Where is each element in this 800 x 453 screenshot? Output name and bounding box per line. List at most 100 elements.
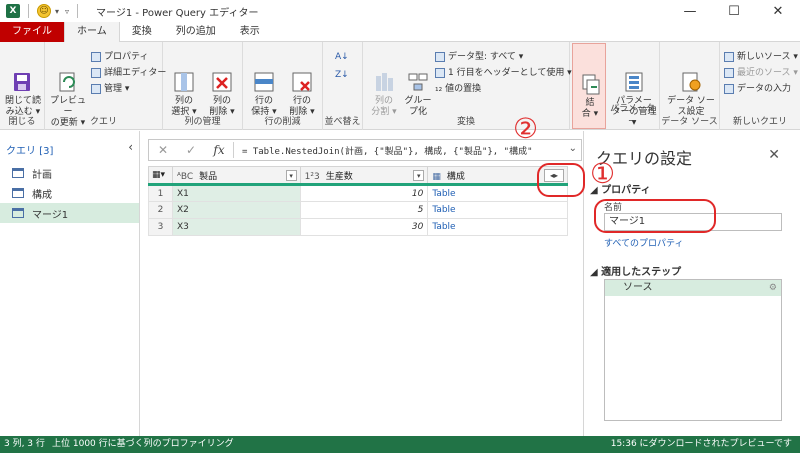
applied-steps-section-header[interactable]: ◢ 適用したステップ — [590, 263, 681, 278]
group-label-reduce-rows: 行の削減 — [264, 117, 301, 127]
annotation-ring-expand — [537, 163, 585, 197]
tab-view[interactable]: 表示 — [228, 22, 272, 42]
gear-icon[interactable]: ⚙ — [769, 280, 777, 296]
group-new-query: 新しいソース ▾ 最近のソース ▾ データの入力 新しいクエリ — [720, 42, 800, 130]
group-sort: A↓ Z↓ 並べ替え — [323, 42, 363, 130]
smiley-feedback-icon[interactable]: ☺ — [37, 4, 51, 18]
cell-quantity[interactable]: 30 — [299, 218, 429, 236]
table-type-icon[interactable]: ▦ — [432, 172, 441, 182]
group-combine: 結 合 ▾ — [572, 43, 606, 129]
keep-rows-button[interactable]: 行の 保持 ▾ — [243, 48, 285, 118]
tab-home[interactable]: ホーム — [64, 22, 120, 42]
cell-quantity[interactable]: 10 — [299, 184, 429, 202]
choose-columns-button[interactable]: 列の 選択 ▾ — [163, 48, 205, 118]
text-type-icon[interactable]: ᴬBC — [177, 172, 193, 182]
recent-sources-icon — [724, 68, 734, 78]
preview-timestamp: 15:36 にダウンロードされたプレビューです — [610, 439, 792, 449]
table-row: 1 X1 10 Table — [148, 184, 568, 202]
enter-data-button[interactable]: データの入力 — [724, 82, 791, 96]
query-item-plan[interactable]: 計画 — [0, 163, 139, 183]
cell-composition[interactable]: Table — [427, 201, 568, 219]
use-first-row-as-headers-button[interactable]: 1 行目をヘッダーとして使用 ▾ — [435, 66, 572, 80]
close-and-load-button[interactable]: 閉じて読 み込む ▾ — [2, 48, 44, 118]
combine-button[interactable]: 結 合 ▾ — [569, 50, 611, 120]
remove-columns-button[interactable]: 列の 削除 ▾ — [201, 48, 243, 118]
query-item-composition[interactable]: 構成 — [0, 183, 139, 203]
data-grid: ▦▾ ᴬBC 製品 ▾ 1²3 生産数 ▾ ▦ 構成 ◂▸ 1 X1 10 Table… — [148, 166, 568, 236]
query-item-merge1[interactable]: マージ1 — [0, 203, 139, 223]
quick-access-dropdown-icon[interactable]: ▿ — [65, 7, 69, 16]
group-by-icon — [405, 59, 431, 91]
step-item-source[interactable]: ソース ⚙ — [605, 280, 781, 296]
formula-input[interactable]: = Table.NestedJoin(計画, {"製品"}, 構成, {"製品"… — [242, 144, 542, 157]
recent-sources-button[interactable]: 最近のソース ▾ — [724, 66, 798, 80]
row-number[interactable]: 1 — [148, 184, 173, 202]
combine-icon — [577, 61, 603, 95]
title-bar: X ☺ ▾ ▿ マージ1 - Power Query エディター — ☐ ✕ — [0, 0, 800, 22]
new-source-button[interactable]: 新しいソース ▾ — [724, 50, 798, 64]
confirm-formula-icon[interactable]: ✓ — [177, 143, 205, 157]
status-dimensions: 3 列, 3 行 — [4, 439, 45, 449]
collapse-pane-icon[interactable]: ‹ — [128, 140, 133, 154]
cell-product[interactable]: X2 — [171, 201, 301, 219]
fx-icon[interactable]: fx — [205, 143, 233, 157]
remove-columns-icon — [209, 59, 235, 92]
properties-icon — [91, 52, 101, 62]
excel-icon: X — [6, 4, 20, 18]
table-row: 3 X3 30 Table — [148, 218, 568, 236]
split-column-icon — [371, 59, 397, 91]
group-label-manage-columns: 列の管理 — [184, 117, 221, 127]
group-data-source: データ ソー ス設定 データ ソース — [660, 42, 720, 130]
cancel-formula-icon[interactable]: ✕ — [149, 143, 177, 157]
data-type-dropdown[interactable]: データ型: すべて ▾ — [435, 50, 523, 64]
sort-descending-icon[interactable]: Z↓ — [335, 68, 349, 82]
queries-header: クエリ [3] — [6, 146, 54, 157]
group-by-button[interactable]: グルー プ化 — [397, 48, 439, 118]
group-reduce-rows: 行の 保持 ▾ 行の 削除 ▾ 行の削減 — [243, 42, 323, 130]
expand-formula-icon[interactable]: ⌄ — [569, 143, 577, 154]
advanced-editor-icon — [91, 68, 101, 78]
minimize-button[interactable]: — — [668, 0, 712, 22]
save-close-icon — [10, 59, 36, 91]
group-label-new-query: 新しいクエリ — [732, 117, 787, 127]
filter-dropdown-icon[interactable]: ▾ — [285, 170, 297, 181]
data-source-settings-button[interactable]: データ ソー ス設定 — [666, 48, 716, 118]
data-source-settings-icon — [678, 59, 704, 92]
close-window-button[interactable]: ✕ — [756, 0, 800, 22]
filter-dropdown-icon[interactable]: ▾ — [413, 170, 425, 181]
ribbon: 閉じて読 み込む ▾ 閉じる プレビュー の更新 ▾ プロパティ 詳細エディター… — [0, 42, 800, 130]
refresh-icon — [55, 59, 81, 92]
group-label-query: クエリ — [89, 117, 117, 127]
cell-quantity[interactable]: 5 — [299, 201, 429, 219]
parameters-icon — [621, 59, 647, 92]
column-profiling-toggle[interactable]: 上位 1000 行に基づく列のプロファイリング — [52, 436, 234, 453]
column-header-quantity[interactable]: 1²3 生産数 ▾ — [299, 166, 429, 186]
tab-add-column[interactable]: 列の追加 — [164, 22, 228, 42]
manage-button[interactable]: 管理 ▾ — [91, 82, 129, 96]
cell-composition[interactable]: Table — [427, 218, 568, 236]
remove-rows-button[interactable]: 行の 削除 ▾ — [281, 48, 323, 118]
group-parameters: パラメー ターの管理 ▾ パラメーター — [606, 42, 660, 130]
header-icon — [435, 68, 445, 78]
column-header-product[interactable]: ᴬBC 製品 ▾ — [171, 166, 301, 186]
all-properties-link[interactable]: すべてのプロパティ — [604, 236, 683, 249]
cell-product[interactable]: X3 — [171, 218, 301, 236]
tab-file[interactable]: ファイル — [0, 22, 64, 42]
window-title: マージ1 - Power Query エディター — [96, 7, 259, 19]
number-type-icon[interactable]: 1²3 — [305, 172, 320, 182]
replace-values-button[interactable]: ₁₂ 値の置換 — [435, 82, 481, 96]
table-icon — [12, 168, 24, 178]
ribbon-tabs: ファイル ホーム 変換 列の追加 表示 — [0, 22, 800, 42]
cell-product[interactable]: X1 — [171, 184, 301, 202]
maximize-button[interactable]: ☐ — [712, 0, 756, 22]
sort-ascending-icon[interactable]: A↓ — [335, 50, 349, 64]
table-row: 2 X2 5 Table — [148, 201, 568, 219]
row-number[interactable]: 3 — [148, 218, 173, 236]
table-corner-menu[interactable]: ▦▾ — [148, 166, 173, 186]
close-settings-icon[interactable]: ✕ — [768, 147, 780, 163]
smiley-caret-icon[interactable]: ▾ — [55, 7, 59, 16]
properties-button[interactable]: プロパティ — [91, 50, 148, 64]
tab-transform[interactable]: 変換 — [120, 22, 164, 42]
row-number[interactable]: 2 — [148, 201, 173, 219]
advanced-editor-button[interactable]: 詳細エディター — [91, 66, 166, 80]
